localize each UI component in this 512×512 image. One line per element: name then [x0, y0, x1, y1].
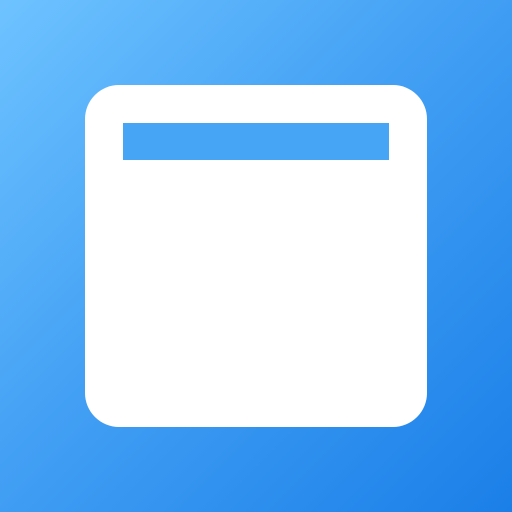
window-title-bar [123, 123, 389, 160]
window-icon [85, 85, 427, 427]
app-icon [0, 0, 512, 512]
